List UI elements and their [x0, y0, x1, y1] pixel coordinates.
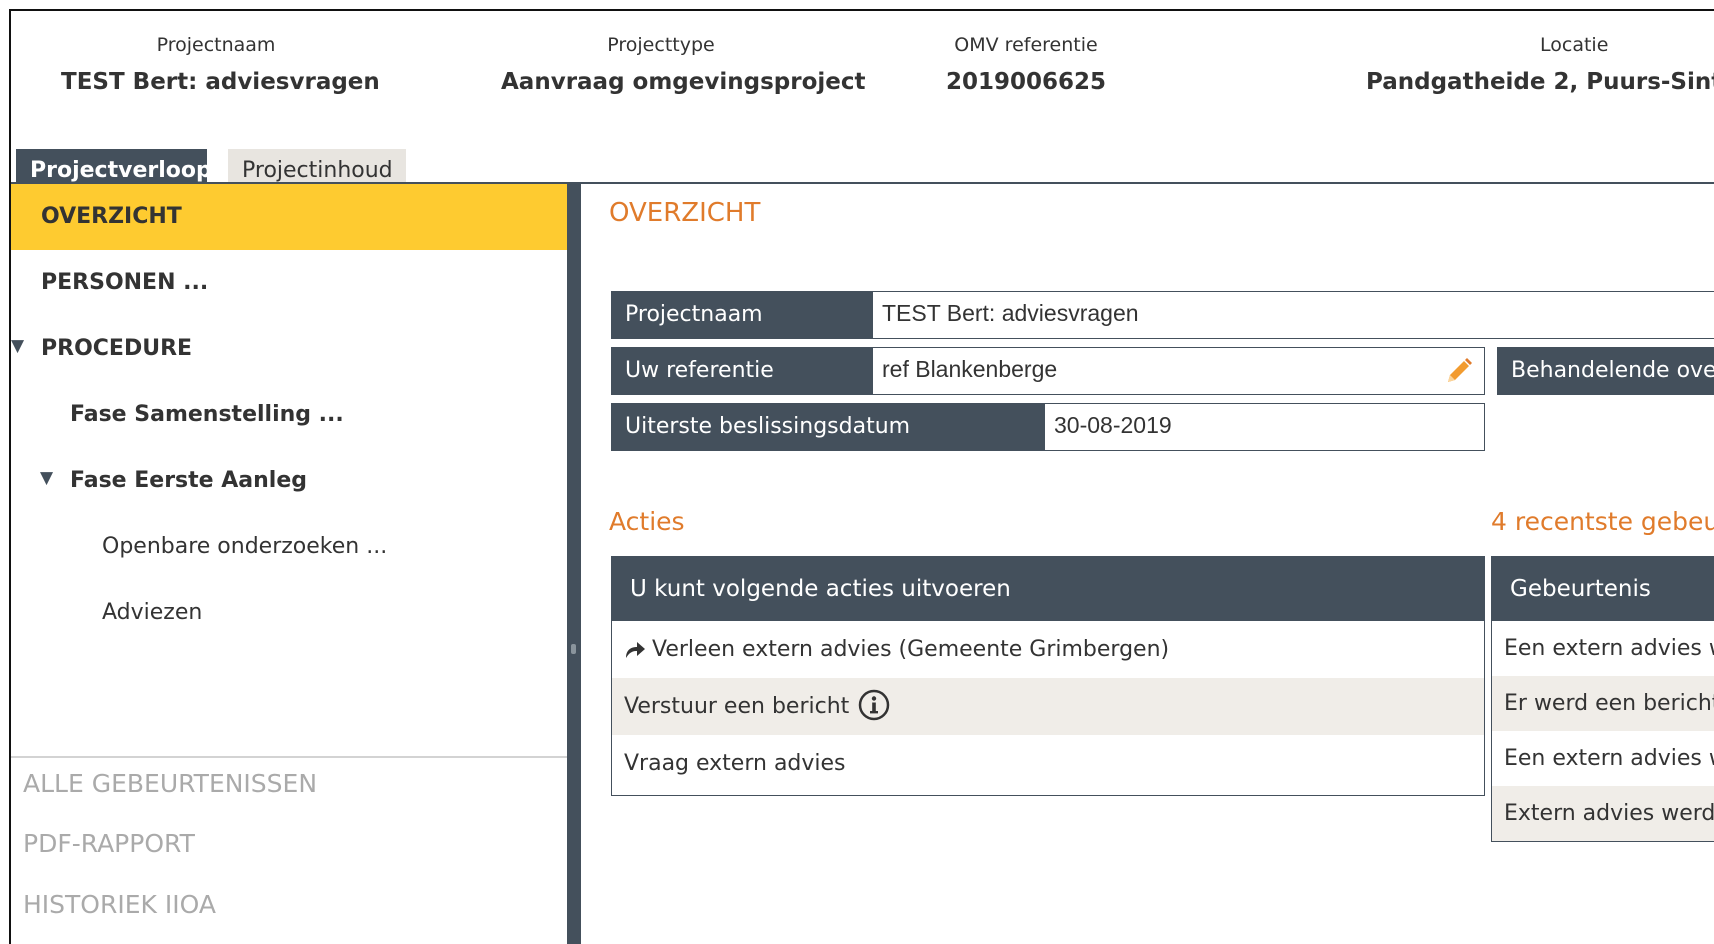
- sidebar-divider: [11, 756, 567, 758]
- action-label: Verleen extern advies (Gemeente Grimberg…: [652, 637, 1170, 662]
- sidebar: OVERZICHT PERSONEN ... ▼ PROCEDURE Fase …: [11, 184, 567, 944]
- page-title: OVERZICHT: [609, 198, 761, 228]
- referentie-input[interactable]: ref Blankenberge: [873, 347, 1485, 395]
- event-row[interactable]: Een extern advies w: [1492, 621, 1714, 676]
- header-omv-value: 2019006625: [945, 69, 1107, 95]
- sidebar-item-fase-eerste-aanleg[interactable]: ▼ Fase Eerste Aanleg: [11, 448, 567, 514]
- action-label: Vraag extern advies: [624, 751, 846, 776]
- link-historiek-iioa[interactable]: HISTORIEK IIOA: [23, 890, 216, 919]
- header-project-name-label: Projectnaam: [156, 34, 276, 56]
- splitter-grip-icon[interactable]: [571, 644, 576, 654]
- event-row[interactable]: Een extern advies w: [1492, 731, 1714, 786]
- main-content: OVERZICHT Projectnaam TEST Bert: adviesv…: [581, 184, 1714, 944]
- sidebar-item-openbare-onderzoeken[interactable]: Openbare onderzoeken ...: [11, 514, 567, 580]
- acties-title: Acties: [609, 507, 685, 536]
- header-location-value: Pandgatheide 2, Puurs-Sint-A: [1366, 69, 1714, 95]
- sidebar-item-label: Fase Samenstelling ...: [70, 402, 344, 427]
- action-verleen-extern-advies[interactable]: Verleen extern advies (Gemeente Grimberg…: [612, 621, 1484, 678]
- field-label-beslissingsdatum: Uiterste beslissingsdatum: [611, 403, 1045, 451]
- events-title: 4 recentste gebeur: [1491, 507, 1714, 536]
- pencil-edit-icon[interactable]: [1444, 356, 1474, 386]
- sidebar-item-label: Fase Eerste Aanleg: [70, 468, 307, 493]
- action-vraag-extern-advies[interactable]: Vraag extern advies: [612, 735, 1484, 792]
- sidebar-item-label: OVERZICHT: [41, 204, 182, 229]
- project-header: Projectnaam TEST Bert: adviesvragen Proj…: [11, 11, 1714, 139]
- field-label-behandelende-overheid: Behandelende overh: [1497, 347, 1714, 395]
- sidebar-item-overzicht[interactable]: OVERZICHT: [11, 184, 567, 250]
- field-row-projectnaam: Projectnaam TEST Bert: adviesvragen: [611, 291, 1714, 339]
- event-row[interactable]: Extern advies werd: [1492, 786, 1714, 841]
- header-location-label: Locatie: [1540, 34, 1609, 56]
- header-location: Locatie Pandgatheide 2, Puurs-Sint-A: [1366, 33, 1714, 97]
- sidebar-item-label: PERSONEN ...: [41, 270, 209, 295]
- link-pdf-rapport[interactable]: PDF-RAPPORT: [23, 829, 195, 858]
- header-project-name-value: TEST Bert: adviesvragen: [61, 69, 380, 95]
- event-row[interactable]: Er werd een bericht: [1492, 676, 1714, 731]
- sidebar-item-label: Adviezen: [102, 600, 203, 625]
- sidebar-item-procedure[interactable]: ▼ PROCEDURE: [11, 316, 567, 382]
- acties-header: U kunt volgende acties uitvoeren: [612, 557, 1484, 621]
- header-omv-reference: OMV referentie 2019006625: [931, 33, 1121, 97]
- sidebar-item-personen[interactable]: PERSONEN ...: [11, 250, 567, 316]
- triangle-down-icon[interactable]: ▼: [40, 445, 53, 511]
- triangle-down-icon[interactable]: ▼: [11, 313, 24, 379]
- action-verstuur-bericht[interactable]: Verstuur een bericht: [612, 678, 1484, 735]
- field-value-beslissingsdatum: 30-08-2019: [1045, 403, 1485, 451]
- sidebar-item-label: Openbare onderzoeken ...: [102, 534, 388, 559]
- referentie-value: ref Blankenberge: [882, 356, 1058, 382]
- events-header: Gebeurtenis: [1492, 557, 1714, 621]
- field-label-projectnaam: Projectnaam: [611, 291, 873, 339]
- header-project-name: Projectnaam TEST Bert: adviesvragen: [61, 33, 380, 97]
- header-project-type-value: Aanvraag omgevingsproject: [501, 69, 866, 95]
- field-row-beslissingsdatum: Uiterste beslissingsdatum 30-08-2019: [611, 403, 1491, 451]
- share-arrow-icon: [626, 642, 645, 658]
- action-label: Verstuur een bericht: [624, 694, 850, 719]
- sidebar-item-adviezen[interactable]: Adviezen: [11, 580, 567, 646]
- acties-table: U kunt volgende acties uitvoeren Verleen…: [611, 556, 1485, 796]
- sidebar-item-label: PROCEDURE: [41, 336, 193, 361]
- field-label-referentie: Uw referentie: [611, 347, 873, 395]
- panel-splitter[interactable]: [567, 184, 581, 944]
- sidebar-item-fase-samenstelling[interactable]: Fase Samenstelling ...: [11, 382, 567, 448]
- events-table: Gebeurtenis Een extern advies w Er werd …: [1491, 556, 1714, 842]
- field-value-projectnaam: TEST Bert: adviesvragen: [873, 291, 1714, 339]
- app-frame: Projectnaam TEST Bert: adviesvragen Proj…: [9, 9, 1714, 944]
- field-row-referentie: Uw referentie ref Blankenberge Behandele…: [611, 347, 1714, 395]
- header-omv-label: OMV referentie: [954, 34, 1098, 56]
- link-alle-gebeurtenissen[interactable]: ALLE GEBEURTENISSEN: [23, 769, 317, 798]
- info-icon[interactable]: [857, 688, 891, 722]
- header-project-type-label: Projecttype: [607, 34, 715, 56]
- header-project-type: Projecttype Aanvraag omgevingsproject: [501, 33, 866, 97]
